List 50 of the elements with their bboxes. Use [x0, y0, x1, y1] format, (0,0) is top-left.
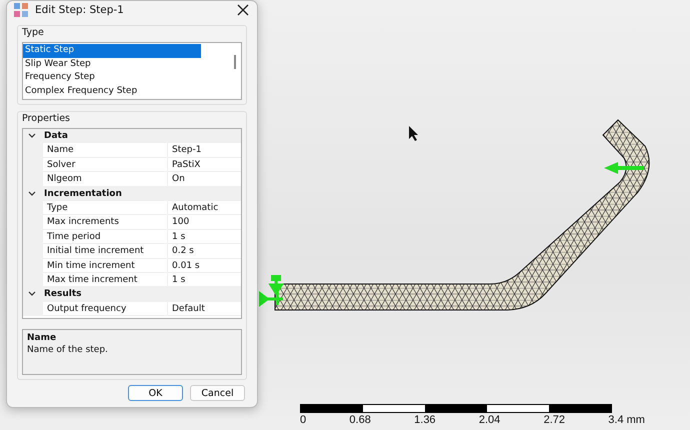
property-name: Output frequency: [43, 302, 167, 316]
scale-label: 1.36: [414, 414, 436, 426]
group-label: Properties: [22, 113, 70, 124]
property-name: Max increments: [43, 215, 167, 230]
property-name: Solver: [43, 158, 167, 172]
property-name: Max time increment: [43, 272, 167, 288]
property-value[interactable]: 1 s: [167, 272, 241, 288]
list-item[interactable]: Static Step: [23, 44, 201, 58]
scale-label: 2.72: [544, 414, 565, 426]
property-value[interactable]: On: [167, 172, 241, 187]
property-name: Time period: [43, 230, 167, 244]
property-value[interactable]: Default: [167, 302, 241, 316]
description-title: Name: [27, 333, 58, 343]
step-type-list[interactable]: Static Step Slip Wear Step Frequency Step Complex Frequency Step: [22, 42, 242, 100]
property-value[interactable]: PaStiX: [167, 158, 241, 172]
scale-label: 0: [300, 414, 306, 426]
list-item[interactable]: Complex Frequency Step: [23, 84, 201, 98]
property-name: Type: [43, 200, 167, 216]
scale-label: 3.4 mm: [608, 414, 645, 426]
description-text: Name of the step.: [27, 345, 109, 355]
list-item[interactable]: Frequency Step: [23, 71, 201, 84]
scale-label: 2.04: [478, 414, 500, 426]
property-value[interactable]: Step-1: [167, 143, 241, 158]
cursor-icon: [409, 126, 419, 141]
property-name: Nlgeom: [43, 172, 167, 187]
property-name: Name: [43, 143, 167, 158]
app-icon: [13, 2, 29, 18]
property-value[interactable]: 0.01 s: [167, 258, 241, 273]
chevron-icon[interactable]: [28, 190, 36, 197]
close-icon[interactable]: [237, 4, 249, 16]
property-name: Min time increment: [43, 258, 167, 273]
group-label: Type: [22, 27, 44, 38]
property-value[interactable]: 1 s: [167, 230, 241, 244]
category-label: Data: [44, 131, 68, 142]
property-name: Initial time increment: [43, 244, 167, 259]
force-arrow-icon: [604, 162, 644, 174]
category-label: Incrementation: [44, 188, 122, 199]
list-item[interactable]: Slip Wear Step: [23, 58, 201, 71]
dialog-button[interactable]: OK: [128, 385, 183, 401]
window-title: Edit Step: Step-1: [35, 4, 125, 16]
category-label: Results: [44, 289, 82, 300]
property-value[interactable]: 0.2 s: [167, 244, 241, 259]
chevron-icon[interactable]: [28, 133, 36, 140]
scale-label: 0.68: [349, 414, 371, 426]
chevron-icon[interactable]: [28, 291, 36, 298]
support-arrow-icon: [259, 275, 285, 307]
dialog-button[interactable]: Cancel: [190, 385, 245, 401]
scrollbar-thumb[interactable]: [234, 55, 236, 69]
property-value[interactable]: Automatic: [167, 200, 241, 216]
property-value[interactable]: 100: [167, 215, 241, 230]
